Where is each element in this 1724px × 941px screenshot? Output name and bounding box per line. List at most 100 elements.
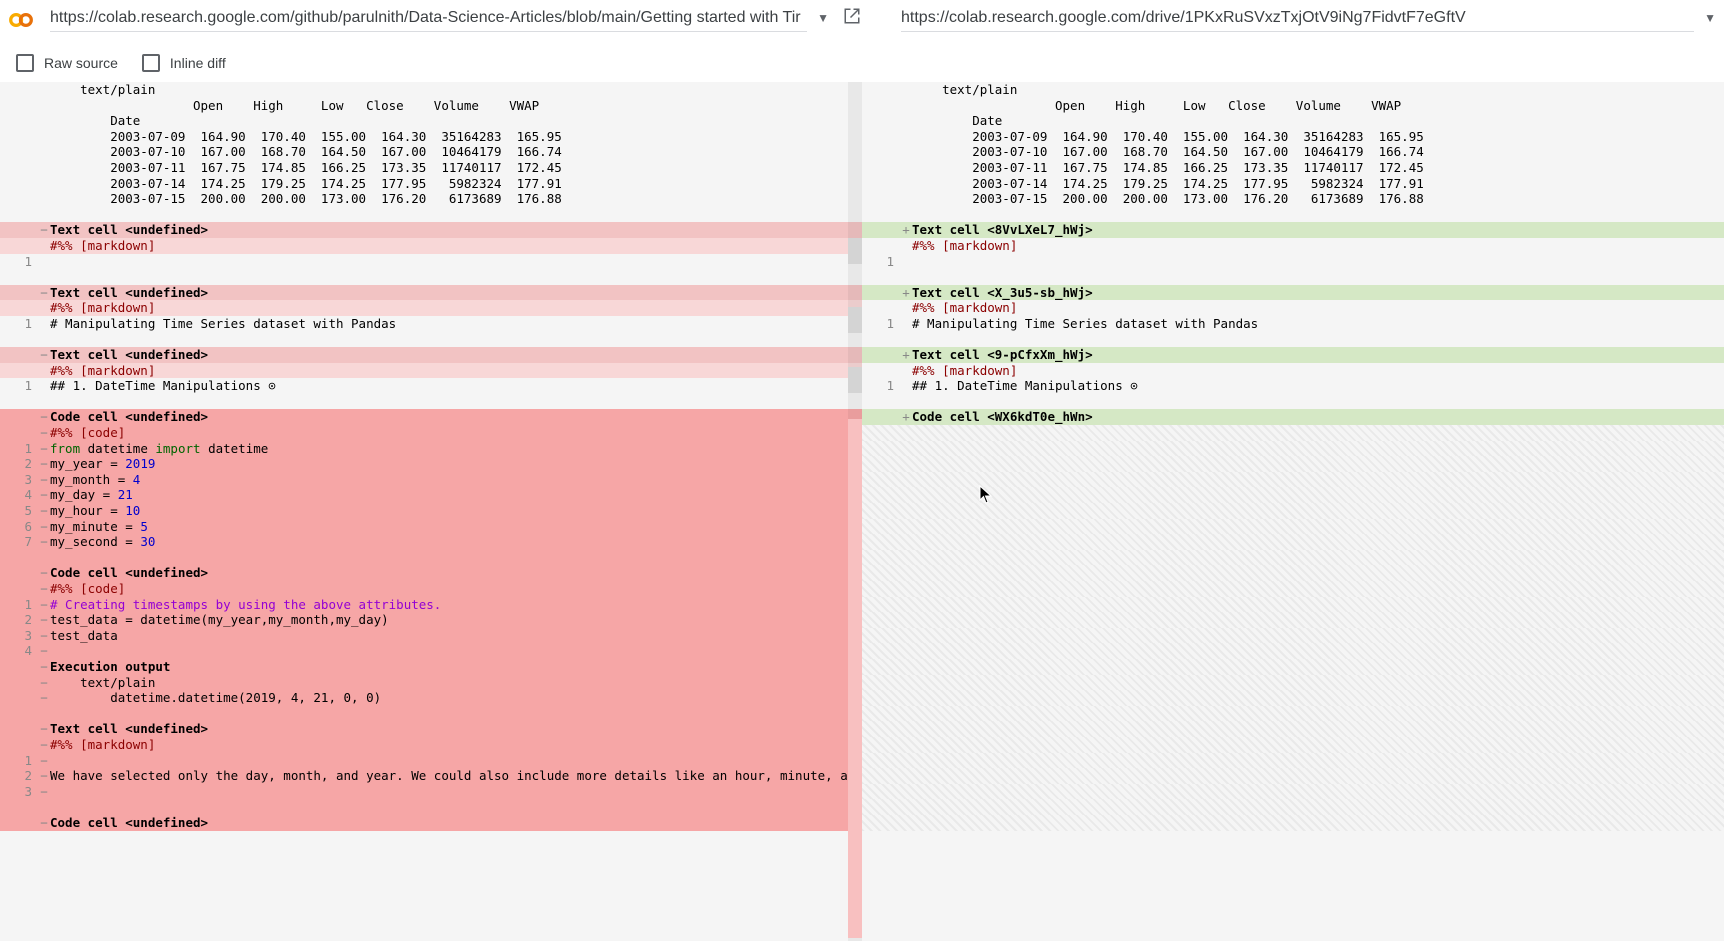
cell-tag: #%% [markdown]: [0, 238, 862, 254]
empty-hatch: [862, 425, 1724, 441]
left-overview-ruler[interactable]: [848, 82, 862, 941]
inline-diff-label: Inline diff: [170, 55, 226, 71]
empty-hatch: [862, 768, 1724, 784]
cell-tag: #%% [markdown]: [862, 363, 1724, 379]
cell-tag: −#%% [code]: [0, 581, 862, 597]
diff-line: [0, 269, 862, 285]
diff-line: 1−# Creating timestamps by using the abo…: [0, 597, 862, 613]
diff-line: 3−: [0, 784, 862, 800]
diff-line: [0, 332, 862, 348]
cell-header: −Code cell <undefined>: [0, 565, 862, 581]
header-bar: https://colab.research.google.com/github…: [0, 0, 1724, 36]
diff-line: [862, 207, 1724, 223]
checkbox-icon: [16, 54, 34, 72]
cell-line: 1## 1. DateTime Manipulations ⊙: [0, 378, 862, 394]
diff-line: [862, 394, 1724, 410]
diff-line: 1−: [0, 753, 862, 769]
cell-line: 1# Manipulating Time Series dataset with…: [862, 316, 1724, 332]
diff-line: Open High Low Close Volume VWAP: [862, 98, 1724, 114]
diff-line: Open High Low Close Volume VWAP: [0, 98, 862, 114]
cell-tag: −#%% [markdown]: [0, 737, 862, 753]
cell-header: −Text cell <undefined>: [0, 285, 862, 301]
cell-line: 1: [862, 254, 1724, 270]
cell-header: −Text cell <undefined>: [0, 721, 862, 737]
empty-hatch: [862, 815, 1724, 831]
cell-tag: −#%% [code]: [0, 425, 862, 441]
empty-hatch: [862, 675, 1724, 691]
empty-hatch: [862, 456, 1724, 472]
diff-line: [862, 269, 1724, 285]
diff-line: 4−my_day = 21: [0, 487, 862, 503]
diff-line: 1−from datetime import datetime: [0, 441, 862, 457]
cell-line: 1# Manipulating Time Series dataset with…: [0, 316, 862, 332]
diff-line: 6−my_minute = 5: [0, 519, 862, 535]
empty-hatch: [862, 612, 1724, 628]
empty-hatch: [862, 503, 1724, 519]
left-url-dropdown-icon[interactable]: ▼: [817, 11, 829, 25]
diff-line: text/plain: [0, 82, 862, 98]
diff-line: 7−my_second = 30: [0, 534, 862, 550]
options-row: Raw source Inline diff: [0, 36, 1724, 82]
empty-hatch: [862, 753, 1724, 769]
empty-hatch: [862, 706, 1724, 722]
right-pane[interactable]: text/plain Open High Low Close Volume VW…: [862, 82, 1724, 941]
empty-hatch: [862, 737, 1724, 753]
open-external-icon[interactable]: [839, 7, 865, 30]
exec-header: −Execution output: [0, 659, 862, 675]
diff-line: [0, 799, 862, 815]
diff-line: [0, 550, 862, 566]
diff-line: Date: [0, 113, 862, 129]
empty-hatch: [862, 441, 1724, 457]
cell-tag: #%% [markdown]: [862, 300, 1724, 316]
diff-line: text/plain: [862, 82, 1724, 98]
diff-line: − datetime.datetime(2019, 4, 21, 0, 0): [0, 690, 862, 706]
empty-hatch: [862, 721, 1724, 737]
left-pane[interactable]: text/plain Open High Low Close Volume VW…: [0, 82, 862, 941]
diff-line: 2003-07-10 167.00 168.70 164.50 167.00 1…: [862, 144, 1724, 160]
empty-hatch: [862, 581, 1724, 597]
diff-line: 2003-07-11 167.75 174.85 166.25 173.35 1…: [862, 160, 1724, 176]
cell-header: +Text cell <8VvLXeL7_hWj>: [862, 222, 1724, 238]
diff-line: 3−test_data: [0, 628, 862, 644]
diff-line: 2003-07-14 174.25 179.25 174.25 177.95 5…: [862, 176, 1724, 192]
diff-line: 4−: [0, 643, 862, 659]
diff-line: 2003-07-09 164.90 170.40 155.00 164.30 3…: [862, 129, 1724, 145]
diff-line: 2−my_year = 2019: [0, 456, 862, 472]
diff-line: 2003-07-14 174.25 179.25 174.25 177.95 5…: [0, 176, 862, 192]
raw-source-label: Raw source: [44, 55, 118, 71]
empty-hatch: [862, 799, 1724, 815]
colab-logo-icon: [8, 7, 34, 33]
cell-line: 1## 1. DateTime Manipulations ⊙: [862, 378, 1724, 394]
empty-hatch: [862, 628, 1724, 644]
diff-line: 2003-07-11 167.75 174.85 166.25 173.35 1…: [0, 160, 862, 176]
diff-line: 2003-07-09 164.90 170.40 155.00 164.30 3…: [0, 129, 862, 145]
empty-hatch: [862, 550, 1724, 566]
empty-hatch: [862, 534, 1724, 550]
empty-hatch: [862, 784, 1724, 800]
diff-line: 2003-07-15 200.00 200.00 173.00 176.20 6…: [0, 191, 862, 207]
empty-hatch: [862, 643, 1724, 659]
left-url-input[interactable]: https://colab.research.google.com/github…: [50, 5, 807, 32]
diff-line: 2−We have selected only the day, month, …: [0, 768, 862, 784]
diff-line: 2−test_data = datetime(my_year,my_month,…: [0, 612, 862, 628]
right-url-dropdown-icon[interactable]: ▼: [1704, 11, 1716, 25]
right-url-input[interactable]: https://colab.research.google.com/drive/…: [901, 5, 1694, 32]
diff-line: [0, 706, 862, 722]
diff-area: text/plain Open High Low Close Volume VW…: [0, 82, 1724, 941]
cell-header: +Text cell <X_3u5-sb_hWj>: [862, 285, 1724, 301]
empty-hatch: [862, 487, 1724, 503]
right-url-group: https://colab.research.google.com/drive/…: [901, 5, 1716, 32]
cell-header: −Code cell <undefined>: [0, 409, 862, 425]
empty-hatch: [862, 519, 1724, 535]
inline-diff-checkbox[interactable]: Inline diff: [142, 54, 226, 72]
empty-hatch: [862, 690, 1724, 706]
empty-hatch: [862, 597, 1724, 613]
raw-source-checkbox[interactable]: Raw source: [16, 54, 118, 72]
diff-line: − text/plain: [0, 675, 862, 691]
diff-line: Date: [862, 113, 1724, 129]
diff-line: 3−my_month = 4: [0, 472, 862, 488]
empty-hatch: [862, 565, 1724, 581]
diff-line: 2003-07-15 200.00 200.00 173.00 176.20 6…: [862, 191, 1724, 207]
cell-tag: #%% [markdown]: [0, 363, 862, 379]
diff-line: 5−my_hour = 10: [0, 503, 862, 519]
